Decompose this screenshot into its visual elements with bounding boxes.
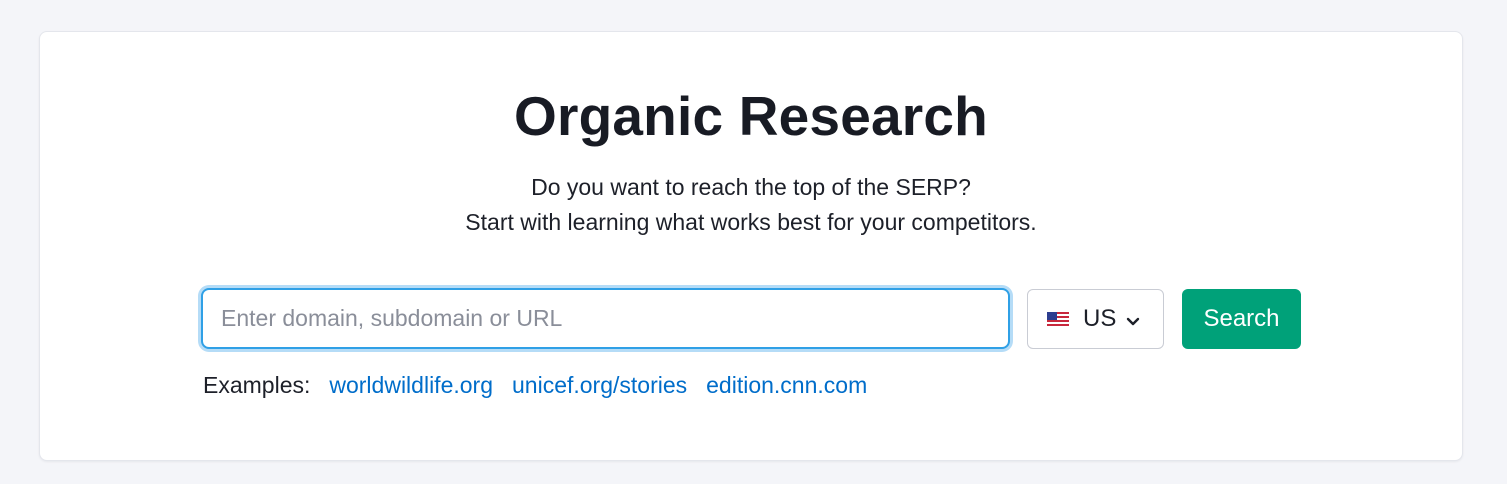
- example-link-unicef[interactable]: unicef.org/stories: [512, 370, 687, 400]
- database-select-value: US: [1083, 305, 1117, 332]
- chevron-down-icon: [1126, 314, 1140, 326]
- examples-row: Examples: worldwildlife.org unicef.org/s…: [203, 370, 886, 400]
- search-button[interactable]: Search: [1182, 289, 1301, 349]
- subtitle-line-1: Do you want to reach the top of the SERP…: [531, 174, 971, 200]
- subtitle-line-2: Start with learning what works best for …: [465, 209, 1037, 235]
- example-link-cnn[interactable]: edition.cnn.com: [706, 370, 867, 400]
- organic-research-card: Organic Research Do you want to reach th…: [39, 31, 1463, 461]
- database-select[interactable]: US: [1027, 289, 1164, 349]
- examples-label: Examples:: [203, 372, 311, 398]
- domain-search-input[interactable]: [201, 288, 1010, 349]
- page-title: Organic Research: [514, 85, 988, 147]
- us-flag-icon: [1047, 311, 1069, 327]
- example-link-worldwildlife[interactable]: worldwildlife.org: [329, 370, 493, 400]
